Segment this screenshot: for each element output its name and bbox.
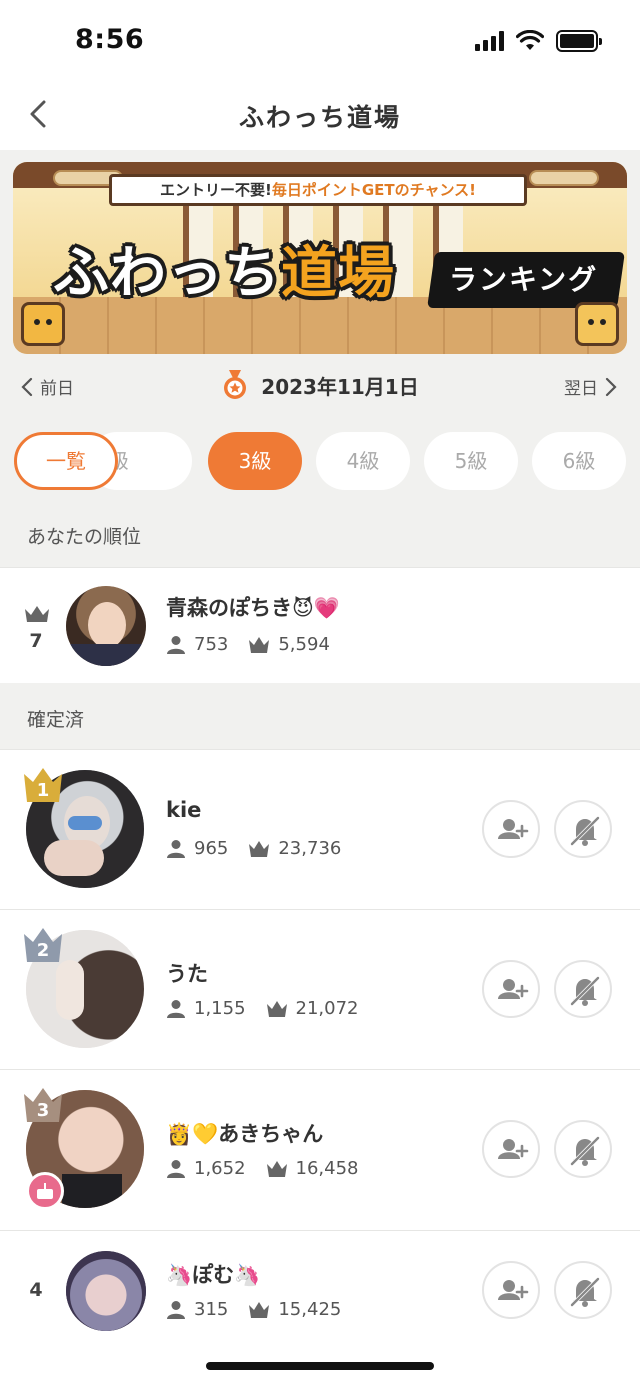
points-count: 21,072 — [295, 998, 359, 1019]
follow-button[interactable] — [482, 960, 540, 1018]
event-banner[interactable]: エントリー不要!毎日ポイントGETのチャンス! ふわっち道場 ランキング — [13, 162, 627, 354]
grade-tabs: 2級 一覧 3級 4級 5級 6級 — [0, 432, 640, 492]
status-icons — [475, 30, 602, 52]
birthday-cake-icon — [26, 1172, 64, 1210]
ranking-row[interactable]: 1 kie 965 23,736 — [0, 750, 640, 909]
tab-grade-5[interactable]: 5級 — [424, 432, 518, 490]
status-time: 8:56 — [75, 24, 145, 55]
chevron-right-icon — [605, 377, 617, 396]
signal-icon — [475, 31, 504, 51]
home-indicator[interactable] — [206, 1362, 434, 1370]
avatar[interactable] — [66, 586, 146, 666]
battery-icon — [556, 30, 602, 52]
ranking-row[interactable]: 2 うた 1,155 21,072 — [0, 910, 640, 1069]
date-text: 2023年11月1日 — [261, 374, 419, 399]
add-user-icon — [498, 1139, 529, 1159]
mascot-left-icon — [21, 302, 65, 346]
rank-number: 3 — [36, 1100, 50, 1121]
user-name[interactable]: うた — [166, 958, 208, 988]
follower-icon — [167, 839, 185, 858]
ranking-row[interactable]: 3 👸💛あきちゃん 1,652 16,458 — [0, 1070, 640, 1230]
tab-all[interactable]: 一覧 — [14, 432, 118, 490]
rank-number: 2 — [36, 940, 50, 961]
your-rank-heading: あなたの順位 — [27, 526, 142, 548]
avatar[interactable] — [66, 1251, 146, 1331]
bell-off-icon — [570, 976, 600, 1006]
banner-tagline: エントリー不要!毎日ポイントGETのチャンス! — [109, 174, 527, 206]
bell-off-icon — [570, 816, 600, 846]
points-count: 23,736 — [278, 838, 342, 859]
crown-points-icon — [249, 1301, 270, 1318]
user-name[interactable]: 👸💛あきちゃん — [166, 1118, 323, 1148]
crown-points-icon — [249, 636, 270, 653]
banner-headline: ふわっち道場 — [53, 241, 395, 306]
status-bar: 8:56 — [0, 0, 640, 80]
user-stats: 315 15,425 — [166, 1299, 341, 1320]
add-user-icon — [498, 819, 529, 839]
user-stats: 1,652 16,458 — [166, 1158, 359, 1179]
mute-button[interactable] — [554, 960, 612, 1018]
mute-button[interactable] — [554, 800, 612, 858]
tab-grade-3[interactable]: 3級 — [208, 432, 302, 490]
follow-button[interactable] — [482, 1120, 540, 1178]
add-user-icon — [498, 1280, 529, 1300]
banner-subhead: ランキング — [449, 263, 599, 296]
crown-points-icon — [266, 1000, 287, 1017]
wifi-icon — [516, 30, 544, 50]
nav-bar: ふわっち道場 — [0, 80, 640, 150]
mute-button[interactable] — [554, 1261, 612, 1319]
points-count: 16,458 — [295, 1158, 359, 1179]
bell-off-icon — [570, 1136, 600, 1166]
medal-icon — [224, 370, 247, 399]
tab-grade-6[interactable]: 6級 — [532, 432, 626, 490]
rank-3-badge: 3 — [22, 1086, 64, 1124]
page-title: ふわっち道場 — [238, 103, 401, 132]
user-name[interactable]: kie — [166, 798, 201, 822]
rank-1-badge: 1 — [22, 766, 64, 804]
crown-points-icon — [249, 840, 270, 857]
user-stats: 965 23,736 — [166, 838, 341, 859]
points-count: 5,594 — [278, 634, 330, 655]
add-user-icon — [498, 979, 529, 999]
user-name[interactable]: 青森のぽちき😈💗 — [166, 592, 340, 622]
follower-count: 315 — [194, 1299, 229, 1320]
follower-count: 1,155 — [194, 998, 246, 1019]
follow-button[interactable] — [482, 1261, 540, 1319]
date-navigation: 前日 2023年11月1日 翌日 — [0, 362, 640, 410]
bell-off-icon — [570, 1277, 600, 1307]
next-day-button[interactable]: 翌日 — [564, 374, 618, 399]
follow-button[interactable] — [482, 800, 540, 858]
mascot-right-icon — [575, 302, 619, 346]
follower-count: 965 — [194, 838, 229, 859]
follower-icon — [167, 1300, 185, 1319]
confirmed-heading: 確定済 — [27, 709, 85, 731]
current-date: 2023年11月1日 — [0, 370, 640, 400]
crown-points-icon — [266, 1160, 287, 1177]
rank-number: 7 — [29, 630, 43, 652]
user-stats: 753 5,594 — [166, 634, 330, 655]
your-rank-row[interactable]: 7 青森のぽちき😈💗 753 5,594 — [0, 568, 640, 683]
rank-number: 1 — [36, 780, 50, 801]
points-count: 15,425 — [278, 1299, 342, 1320]
follower-icon — [167, 635, 185, 654]
mute-button[interactable] — [554, 1120, 612, 1178]
confirmed-section-header — [0, 683, 640, 749]
rank-2-badge: 2 — [22, 926, 64, 964]
follower-count: 753 — [194, 634, 229, 655]
rank-number: 4 — [29, 1279, 43, 1301]
crown-icon — [25, 606, 49, 622]
user-name[interactable]: 🦄ぽむ🦄 — [166, 1259, 260, 1289]
user-stats: 1,155 21,072 — [166, 998, 359, 1019]
tab-grade-4[interactable]: 4級 — [316, 432, 410, 490]
next-day-label: 翌日 — [564, 379, 598, 399]
follower-icon — [167, 999, 185, 1018]
follower-count: 1,652 — [194, 1158, 246, 1179]
follower-icon — [167, 1159, 185, 1178]
